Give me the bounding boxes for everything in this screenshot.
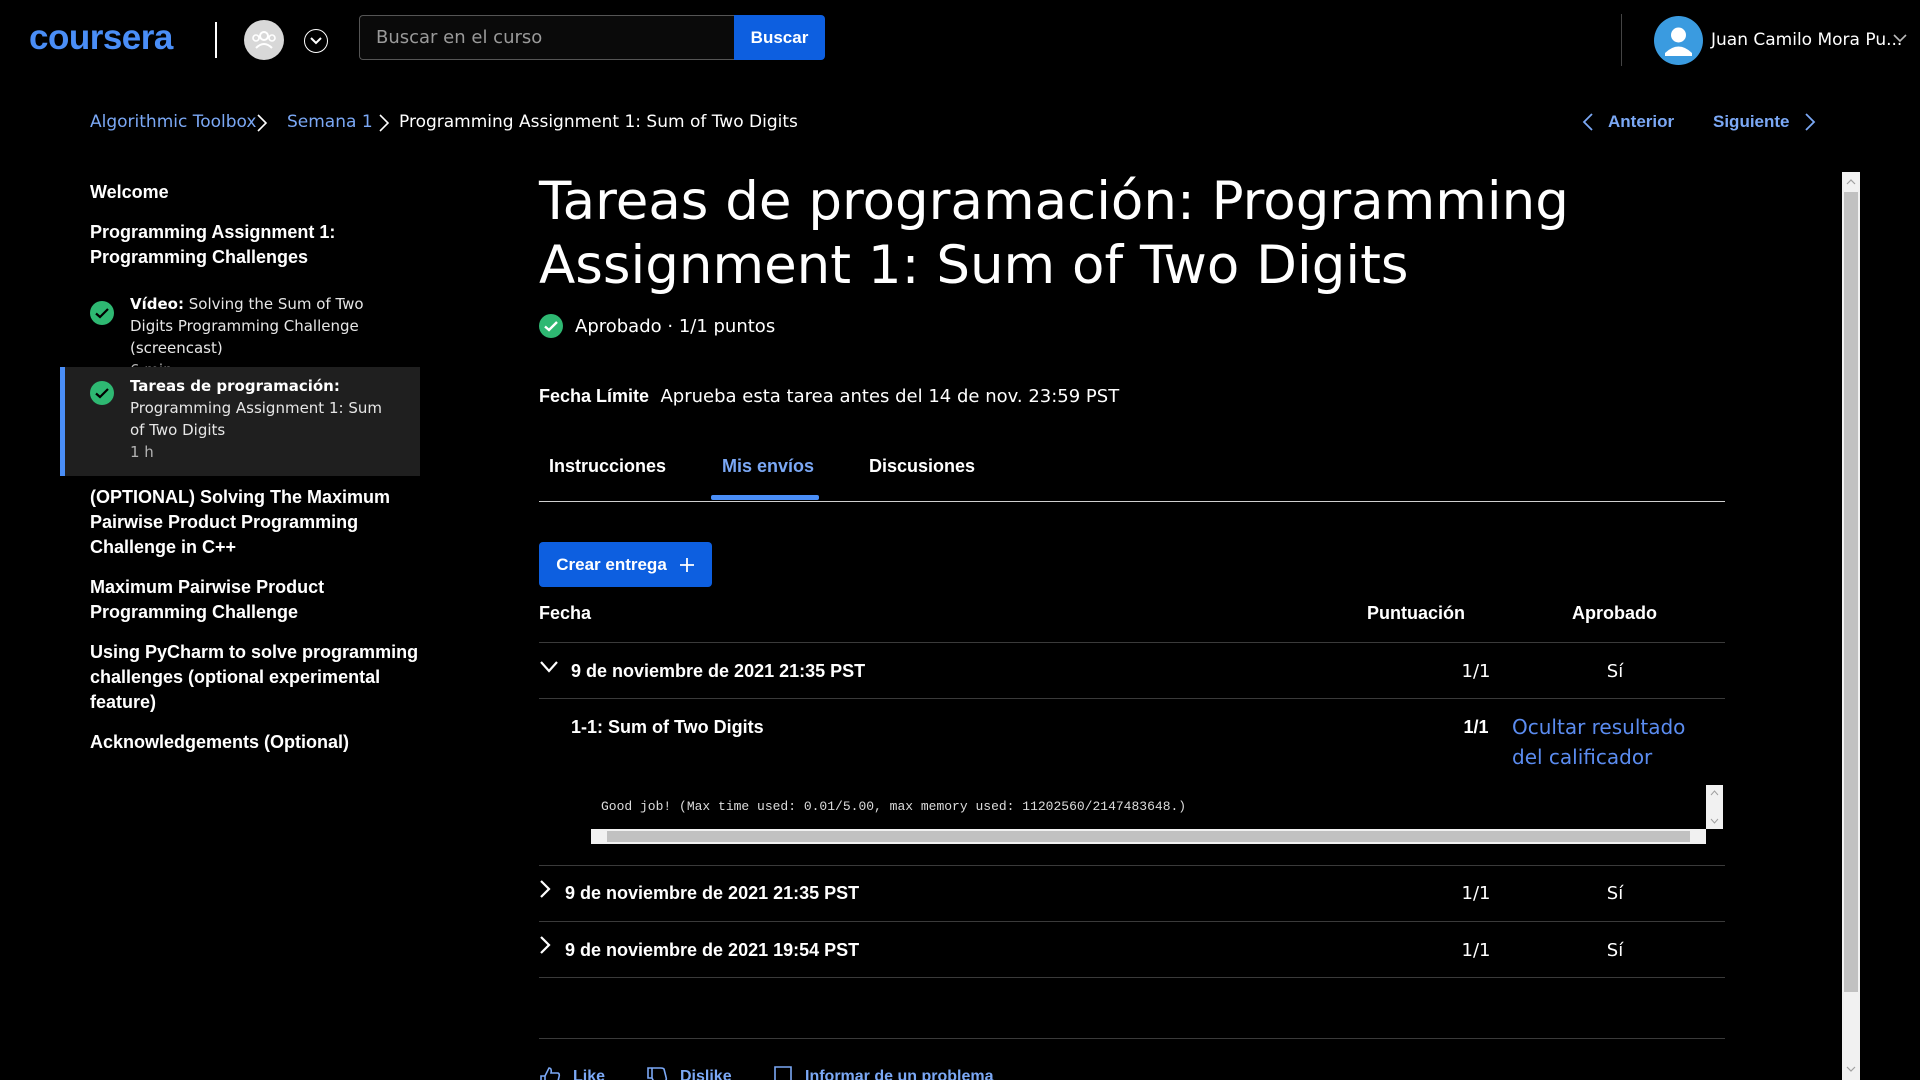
submission-passed: Sí [1606,661,1624,682]
submission-passed: Sí [1606,940,1624,961]
item-duration: 1 h [130,443,154,461]
sidebar-item-current-assignment[interactable]: Tareas de programación: Programming Assi… [60,367,420,476]
tab-my-submissions[interactable]: Mis envíos [722,456,814,477]
next-item-button[interactable]: Siguiente [1713,112,1816,132]
due-text: Aprueba esta tarea antes del 14 de nov. … [660,386,1120,407]
page-scrollbar[interactable] [1842,172,1860,1080]
chevron-right-icon [379,114,390,132]
dislike-button[interactable]: Dislike [646,1066,732,1080]
next-label: Siguiente [1713,112,1790,131]
user-avatar[interactable] [1654,16,1703,65]
previous-label: Anterior [1608,112,1675,131]
scrollbar-thumb[interactable] [1844,192,1858,992]
assignment-tabs: Instrucciones Mis envíos Discusiones [539,444,1725,502]
chevron-down-icon[interactable] [1893,34,1907,43]
breadcrumb-current: Programming Assignment 1: Sum of Two Dig… [399,112,798,132]
grader-output-box: Good job! (Max time used: 0.01/5.00, max… [591,785,1723,844]
row-divider [539,977,1725,978]
thumbs-down-icon [647,1067,668,1080]
test-result-title: 1-1: Sum of Two Digits [571,717,764,737]
scroll-down-icon [1710,818,1719,824]
coursera-logo[interactable]: coursera [29,18,173,58]
chevron-right-icon[interactable] [538,935,552,955]
check-circle-icon [539,314,563,338]
scroll-up-icon [1710,790,1719,796]
row-divider [539,642,1725,643]
row-divider [539,921,1725,922]
sidebar-section-pycharm[interactable]: Using PyCharm to solve programming chall… [90,640,420,715]
sidebar-section-acknowledgements[interactable]: Acknowledgements (Optional) [90,730,420,755]
flag-icon [774,1066,792,1080]
previous-item-button[interactable]: Anterior [1582,112,1674,132]
breadcrumb-week-link[interactable]: Semana 1 [287,112,373,132]
user-name[interactable]: Juan Camilo Mora Pu... [1711,30,1902,50]
item-type: Vídeo: [130,295,184,313]
check-circle-icon [90,301,114,325]
sidebar-section-max-pairwise[interactable]: Maximum Pairwise Product Programming Cha… [90,575,420,625]
sidebar-section-optional-cpp[interactable]: (OPTIONAL) Solving The Maximum Pairwise … [90,485,420,560]
status-text: Aprobado · 1/1 puntos [575,315,776,337]
organization-avatar[interactable] [244,20,284,60]
hide-grader-output-link[interactable]: Ocultar resultado del calificador [1512,712,1712,772]
sidebar-welcome[interactable]: Welcome [90,180,420,205]
organization-menu-button[interactable] [304,29,328,53]
chevron-down-icon[interactable] [539,660,559,674]
page-title: Tareas de programación: Programming Assi… [539,171,1569,296]
course-search-input[interactable]: Buscar en el curso [359,15,735,60]
tab-instructions[interactable]: Instrucciones [549,456,666,477]
footer-divider [539,1038,1725,1039]
scrollbar-thumb[interactable] [607,831,1690,842]
sidebar-item-video[interactable]: Vídeo: Solving the Sum of Two Digits Pro… [60,285,420,379]
submission-date[interactable]: 9 de noviembre de 2021 21:35 PST [565,883,859,904]
row-divider [539,698,1725,699]
report-problem-button[interactable]: Informar de un problema [773,1066,993,1080]
report-problem-label: Informar de un problema [805,1068,994,1080]
logo-divider [215,22,217,58]
scroll-up-icon [1846,179,1856,185]
check-circle-icon [90,381,114,405]
item-title: Programming Assignment 1: Sum of Two Dig… [130,399,382,439]
like-label: Like [573,1068,606,1080]
scroll-down-icon [1846,1066,1856,1072]
header-divider [1621,14,1622,66]
create-submission-button[interactable]: Crear entrega [539,542,712,587]
user-icon [1665,27,1692,56]
sidebar-section-programming-challenges[interactable]: Programming Assignment 1: Programming Ch… [90,220,420,270]
tab-discussions[interactable]: Discusiones [869,456,975,477]
create-submission-label: Crear entrega [556,554,667,574]
chevron-down-icon [310,37,322,45]
due-label: Fecha Límite [539,386,650,406]
top-header: coursera Buscar en el curso Buscar Juan … [0,0,1920,78]
item-type: Tareas de programación: [130,377,340,395]
submission-date[interactable]: 9 de noviembre de 2021 21:35 PST [571,661,865,682]
submission-passed: Sí [1606,883,1624,904]
row-divider [539,865,1725,866]
search-button[interactable]: Buscar [734,15,825,60]
dislike-label: Dislike [680,1068,732,1080]
submission-score: 1/1 [1461,661,1491,682]
test-result-score: 1/1 [1463,717,1489,737]
due-date: Fecha Límite Aprueba esta tarea antes de… [539,386,1119,407]
column-header-passed: Aprobado [1572,603,1657,623]
grade-status: Aprobado · 1/1 puntos [539,314,775,338]
chevron-left-icon [1582,113,1593,131]
submission-date[interactable]: 9 de noviembre de 2021 19:54 PST [565,940,859,961]
submission-score: 1/1 [1461,940,1491,961]
chevron-right-icon[interactable] [538,879,552,899]
grader-output-text: Good job! (Max time used: 0.01/5.00, max… [601,799,1187,814]
chevron-right-icon [1804,113,1815,131]
chevron-right-icon [257,114,268,132]
like-button[interactable]: Like [539,1066,605,1080]
plus-icon [679,557,694,572]
active-tab-indicator [711,495,819,500]
breadcrumb-course-link[interactable]: Algorithmic Toolbox [90,112,256,132]
submission-score: 1/1 [1461,883,1491,904]
group-icon [252,31,276,49]
thumbs-up-icon [540,1067,561,1080]
output-vertical-scrollbar[interactable] [1706,785,1723,829]
output-horizontal-scrollbar[interactable] [591,829,1706,844]
column-header-date: Fecha [539,603,592,623]
column-header-score: Puntuación [1367,603,1465,623]
